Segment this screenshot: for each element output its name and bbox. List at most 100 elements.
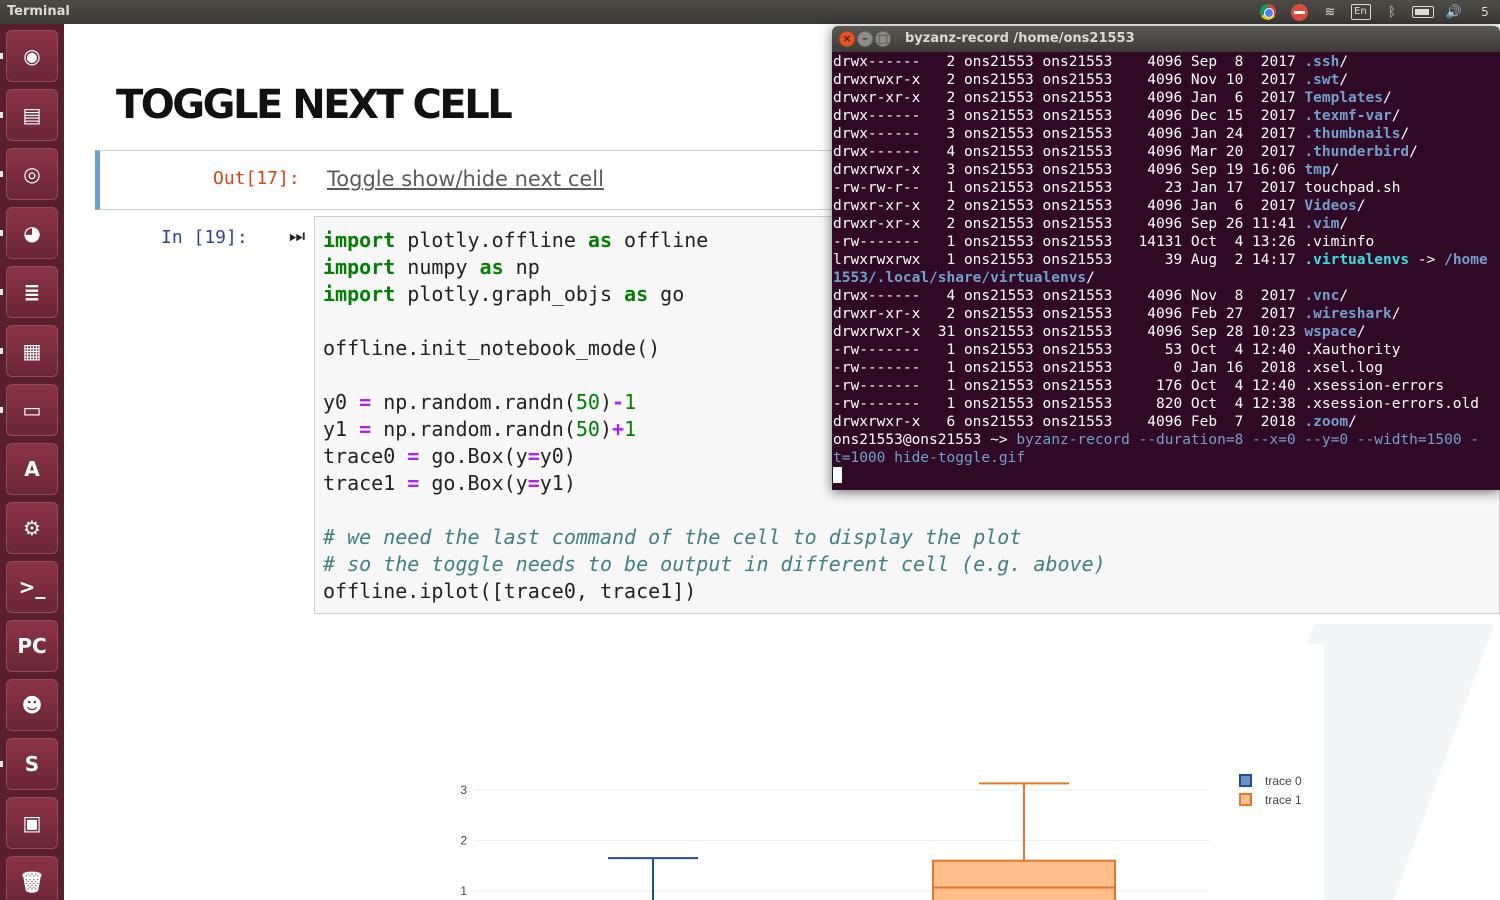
impress-icon[interactable]: ▭ <box>6 384 58 436</box>
wifi-icon[interactable]: ≋ <box>1319 1 1341 23</box>
terminal-text: wspace <box>1304 324 1357 340</box>
code-token: ) <box>599 417 613 441</box>
terminal-line: drwxrwxr-x 2 ons21553 ons21553 4096 Nov … <box>833 71 1348 89</box>
code-token: np.random.randn( <box>371 390 576 414</box>
code-token: = <box>527 471 540 495</box>
terminal-text: .zoom <box>1304 414 1349 430</box>
legend-swatch <box>1239 774 1252 787</box>
running-indicator <box>0 53 3 59</box>
minimize-icon[interactable]: – <box>857 31 873 47</box>
terminal-text: drwx------ 4 ons21553 ons21553 4096 Nov … <box>833 288 1305 304</box>
toggle-next-cell-link[interactable]: Toggle show/hide next cell <box>327 167 604 191</box>
y-tick-label: 1 <box>460 884 467 898</box>
terminal-output[interactable]: drwx------ 2 ons21553 ons21553 4096 Sep … <box>832 52 1500 490</box>
running-indicator <box>0 112 3 118</box>
terminal-text: ons21553@ons21553 ~> <box>833 432 1017 448</box>
legend-swatch <box>1239 793 1252 806</box>
close-icon[interactable]: × <box>839 31 855 47</box>
terminal-text: / <box>1339 72 1349 88</box>
code-token: - <box>612 390 625 414</box>
box-plot[interactable]: 1 2 3 trace 0 trace 1 <box>364 644 1324 900</box>
terminal-text: / <box>1330 162 1340 178</box>
software-center-glyph: A <box>24 457 40 481</box>
output-prompt: Out[17]: <box>213 168 300 189</box>
calc-glyph: ▦ <box>22 339 42 363</box>
code-token: numpy <box>395 255 480 279</box>
terminal-text: drwxr-xr-x 2 ons21553 ons21553 4096 Sep … <box>833 216 1305 232</box>
terminal-line: drwx------ 3 ons21553 ons21553 4096 Dec … <box>833 107 1400 125</box>
calc-icon[interactable]: ▦ <box>6 325 58 377</box>
terminal-line: t=1000 hide-toggle.gif <box>833 449 1025 467</box>
terminal-text: drwx------ 3 ons21553 ons21553 4096 Dec … <box>833 108 1305 124</box>
running-indicator <box>0 171 3 177</box>
terminal-text: / <box>1339 54 1349 70</box>
ubuntu-dash-icon[interactable]: ◉ <box>6 30 58 82</box>
terminal-window[interactable]: × – □ byzanz-record /home/ons21553 drwx-… <box>832 26 1500 490</box>
terminal-line: -rw------- 1 ons21553 ons21553 820 Oct 4… <box>833 395 1479 413</box>
code-token: # we need the last command of the cell t… <box>323 525 1022 549</box>
terminal-line: drwxrwxr-x 3 ons21553 ons21553 4096 Sep … <box>833 161 1339 179</box>
terminal-text: / <box>1400 126 1410 142</box>
software-center-icon[interactable]: A <box>6 443 58 495</box>
pycharm-icon[interactable]: PC <box>6 620 58 672</box>
code-token: offline.iplot([trace0, trace1]) <box>323 579 697 603</box>
no-entry-icon[interactable] <box>1288 1 1310 23</box>
maximize-icon[interactable]: □ <box>875 31 891 47</box>
workspace-switcher-glyph: ▣ <box>22 811 42 835</box>
code-line: offline.iplot([trace0, trace1]) <box>323 578 1106 605</box>
firefox-icon[interactable]: ◕ <box>6 207 58 259</box>
terminal-text: lrwxrwxrwx 1 ons21553 ons21553 39 Aug 2 … <box>833 252 1305 268</box>
terminal-text: drwx------ 2 ons21553 ons21553 4096 Sep … <box>833 54 1305 70</box>
terminal-text: / <box>1356 324 1366 340</box>
terminal-text: / <box>1348 414 1357 430</box>
legend-label: trace 0 <box>1265 774 1302 788</box>
app-icon[interactable]: ☻ <box>6 679 58 731</box>
system-settings-icon[interactable]: ⚙ <box>6 502 58 554</box>
terminal-text: drwxrwxr-x 3 ons21553 ons21553 4096 Sep … <box>833 162 1305 178</box>
code-token: + <box>612 417 625 441</box>
code-token: as <box>624 282 649 306</box>
code-token: trace1 <box>323 471 408 495</box>
terminal-text: .wireshark <box>1304 306 1392 322</box>
bluetooth-icon[interactable]: ᛒ <box>1381 1 1403 23</box>
chrome-icon[interactable]: ◎ <box>6 148 58 200</box>
terminal-titlebar[interactable]: × – □ byzanz-record /home/ons21553 <box>832 26 1500 52</box>
terminal-line: drwx------ 4 ons21553 ons21553 4096 Nov … <box>833 287 1348 305</box>
system-tray: ≋ En ᛒ 🔊 5 <box>1257 0 1496 24</box>
workspace-switcher-icon[interactable]: ▣ <box>6 797 58 849</box>
y-tick-label: 2 <box>460 834 467 848</box>
terminal-text: -rw------- 1 ons21553 ons21553 53 Oct 4 … <box>833 342 1401 358</box>
pycharm-glyph: PC <box>17 634 47 658</box>
chrome-tray-icon[interactable] <box>1257 1 1279 23</box>
code-token: 50 <box>575 390 600 414</box>
terminal-line: -rw------- 1 ons21553 ons21553 53 Oct 4 … <box>833 341 1400 359</box>
impress-glyph: ▭ <box>22 398 42 422</box>
terminal-text: -rw------- 1 ons21553 ons21553 176 Oct 4… <box>833 378 1445 394</box>
terminal-line: drwxr-xr-x 2 ons21553 ons21553 4096 Feb … <box>833 305 1400 323</box>
code-token: 1 <box>624 417 637 441</box>
run-cell-icon[interactable]: ⏭ <box>289 226 305 247</box>
volume-icon[interactable]: 🔊 <box>1443 1 1465 23</box>
trash-icon[interactable]: 🗑 <box>6 856 58 900</box>
terminal-text: drwxrwxr-x 6 ons21553 ons21553 4096 Feb … <box>833 414 1305 430</box>
code-token: np <box>503 255 540 279</box>
sublime-text-icon[interactable]: S <box>6 738 58 790</box>
running-indicator <box>0 289 3 295</box>
clock-fragment[interactable]: 5 <box>1474 1 1496 23</box>
terminal-icon[interactable]: >_ <box>6 561 58 613</box>
files-icon[interactable]: ▤ <box>6 89 58 141</box>
writer-icon[interactable]: ≣ <box>6 266 58 318</box>
terminal-text: .virtualenvs <box>1304 252 1410 268</box>
trash-glyph: 🗑 <box>19 870 45 894</box>
terminal-text: drwx------ 3 ons21553 ons21553 4096 Jan … <box>833 126 1305 142</box>
terminal-line: drwxrwxr-x 6 ons21553 ons21553 4096 Feb … <box>833 413 1357 431</box>
plot-output[interactable]: 1 2 3 trace 0 trace 1 <box>364 644 1324 900</box>
firefox-glyph: ◕ <box>23 221 41 245</box>
terminal-line: -rw------- 1 ons21553 ons21553 14131 Oct… <box>833 233 1374 251</box>
terminal-text: 1553/.local/share/virtualenvs <box>833 270 1087 286</box>
battery-icon[interactable] <box>1412 1 1434 23</box>
code-token: ) <box>599 390 613 414</box>
keyboard-layout-icon[interactable]: En <box>1350 1 1372 23</box>
terminal-text: -rw------- 1 ons21553 ons21553 820 Oct 4… <box>833 396 1480 412</box>
